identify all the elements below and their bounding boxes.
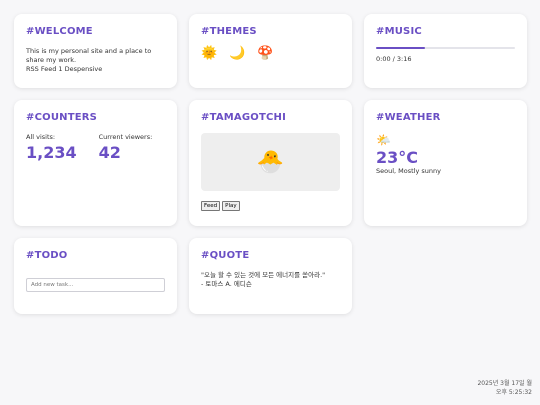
tamagotchi-controls: Feed Play: [201, 201, 340, 211]
viewers-value: 42: [98, 143, 121, 162]
sun-behind-cloud-icon: 🌤️: [376, 133, 391, 147]
feed-button[interactable]: Feed: [201, 201, 221, 211]
tamagotchi-screen: 🐣: [201, 133, 340, 191]
music-progress-fill: [376, 47, 425, 49]
mushroom-icon[interactable]: 🍄: [257, 47, 273, 61]
tamagotchi-card: #TAMAGOTCHI 🐣 Feed Play: [189, 100, 352, 226]
welcome-title: #WELCOME: [26, 26, 93, 37]
visits-value: 1,234: [26, 143, 77, 162]
viewers-counter: Current viewers: 42: [99, 133, 153, 162]
music-title: #MUSIC: [376, 26, 422, 37]
music-progress-bar[interactable]: [376, 47, 515, 49]
quote-author: - 토마스 A. 에디슨: [201, 280, 252, 288]
welcome-text: This is my personal site and a place to …: [26, 47, 152, 64]
quote-text: "오늘 할 수 있는 것에 모든 에너지를 쏟아라.": [201, 271, 326, 279]
welcome-card: #WELCOME This is my personal site and a …: [14, 14, 177, 88]
counters-title: #COUNTERS: [26, 112, 98, 123]
weather-description: Seoul, Mostly sunny: [376, 167, 441, 175]
play-button[interactable]: Play: [222, 201, 240, 211]
music-card: #MUSIC 0:00 / 3:16: [364, 14, 527, 88]
todo-title: #TODO: [26, 250, 68, 261]
counters-card: #COUNTERS All visits: 1,234 Current view…: [14, 100, 177, 226]
weather-temperature: 23°C: [376, 148, 419, 167]
dashboard-grid: #WELCOME This is my personal site and a …: [14, 14, 527, 314]
clock-time: 오후 5:25:32: [495, 389, 532, 396]
todo-input[interactable]: [26, 278, 165, 292]
visits-label: All visits:: [26, 133, 56, 141]
hatching-chick-icon: 🐣: [256, 149, 285, 175]
welcome-links[interactable]: RSS Feed 1 Despensive: [26, 65, 165, 74]
visits-counter: All visits: 1,234: [26, 133, 77, 162]
sun-icon[interactable]: 🌞: [201, 47, 217, 61]
quote-card: #QUOTE "오늘 할 수 있는 것에 모든 에너지를 쏟아라." - 토마스…: [189, 238, 352, 314]
themes-title: #THEMES: [201, 26, 257, 37]
clock: 2025년 3월 17일 월 오후 5:25:32: [477, 379, 532, 397]
quote-title: #QUOTE: [201, 250, 250, 261]
tamagotchi-title: #TAMAGOTCHI: [201, 112, 287, 123]
music-time: 0:00 / 3:16: [376, 55, 412, 63]
counters-row: All visits: 1,234 Current viewers: 42: [26, 133, 165, 162]
viewers-label: Current viewers:: [98, 133, 153, 141]
todo-card: #TODO: [14, 238, 177, 314]
theme-list: 🌞 🌙 🍄: [201, 47, 340, 61]
weather-title: #WEATHER: [376, 112, 441, 123]
moon-icon[interactable]: 🌙: [229, 47, 245, 61]
themes-card: #THEMES 🌞 🌙 🍄: [189, 14, 352, 88]
weather-card: #WEATHER 🌤️ 23°C Seoul, Mostly sunny: [364, 100, 527, 226]
clock-date: 2025년 3월 17일 월: [477, 380, 532, 387]
